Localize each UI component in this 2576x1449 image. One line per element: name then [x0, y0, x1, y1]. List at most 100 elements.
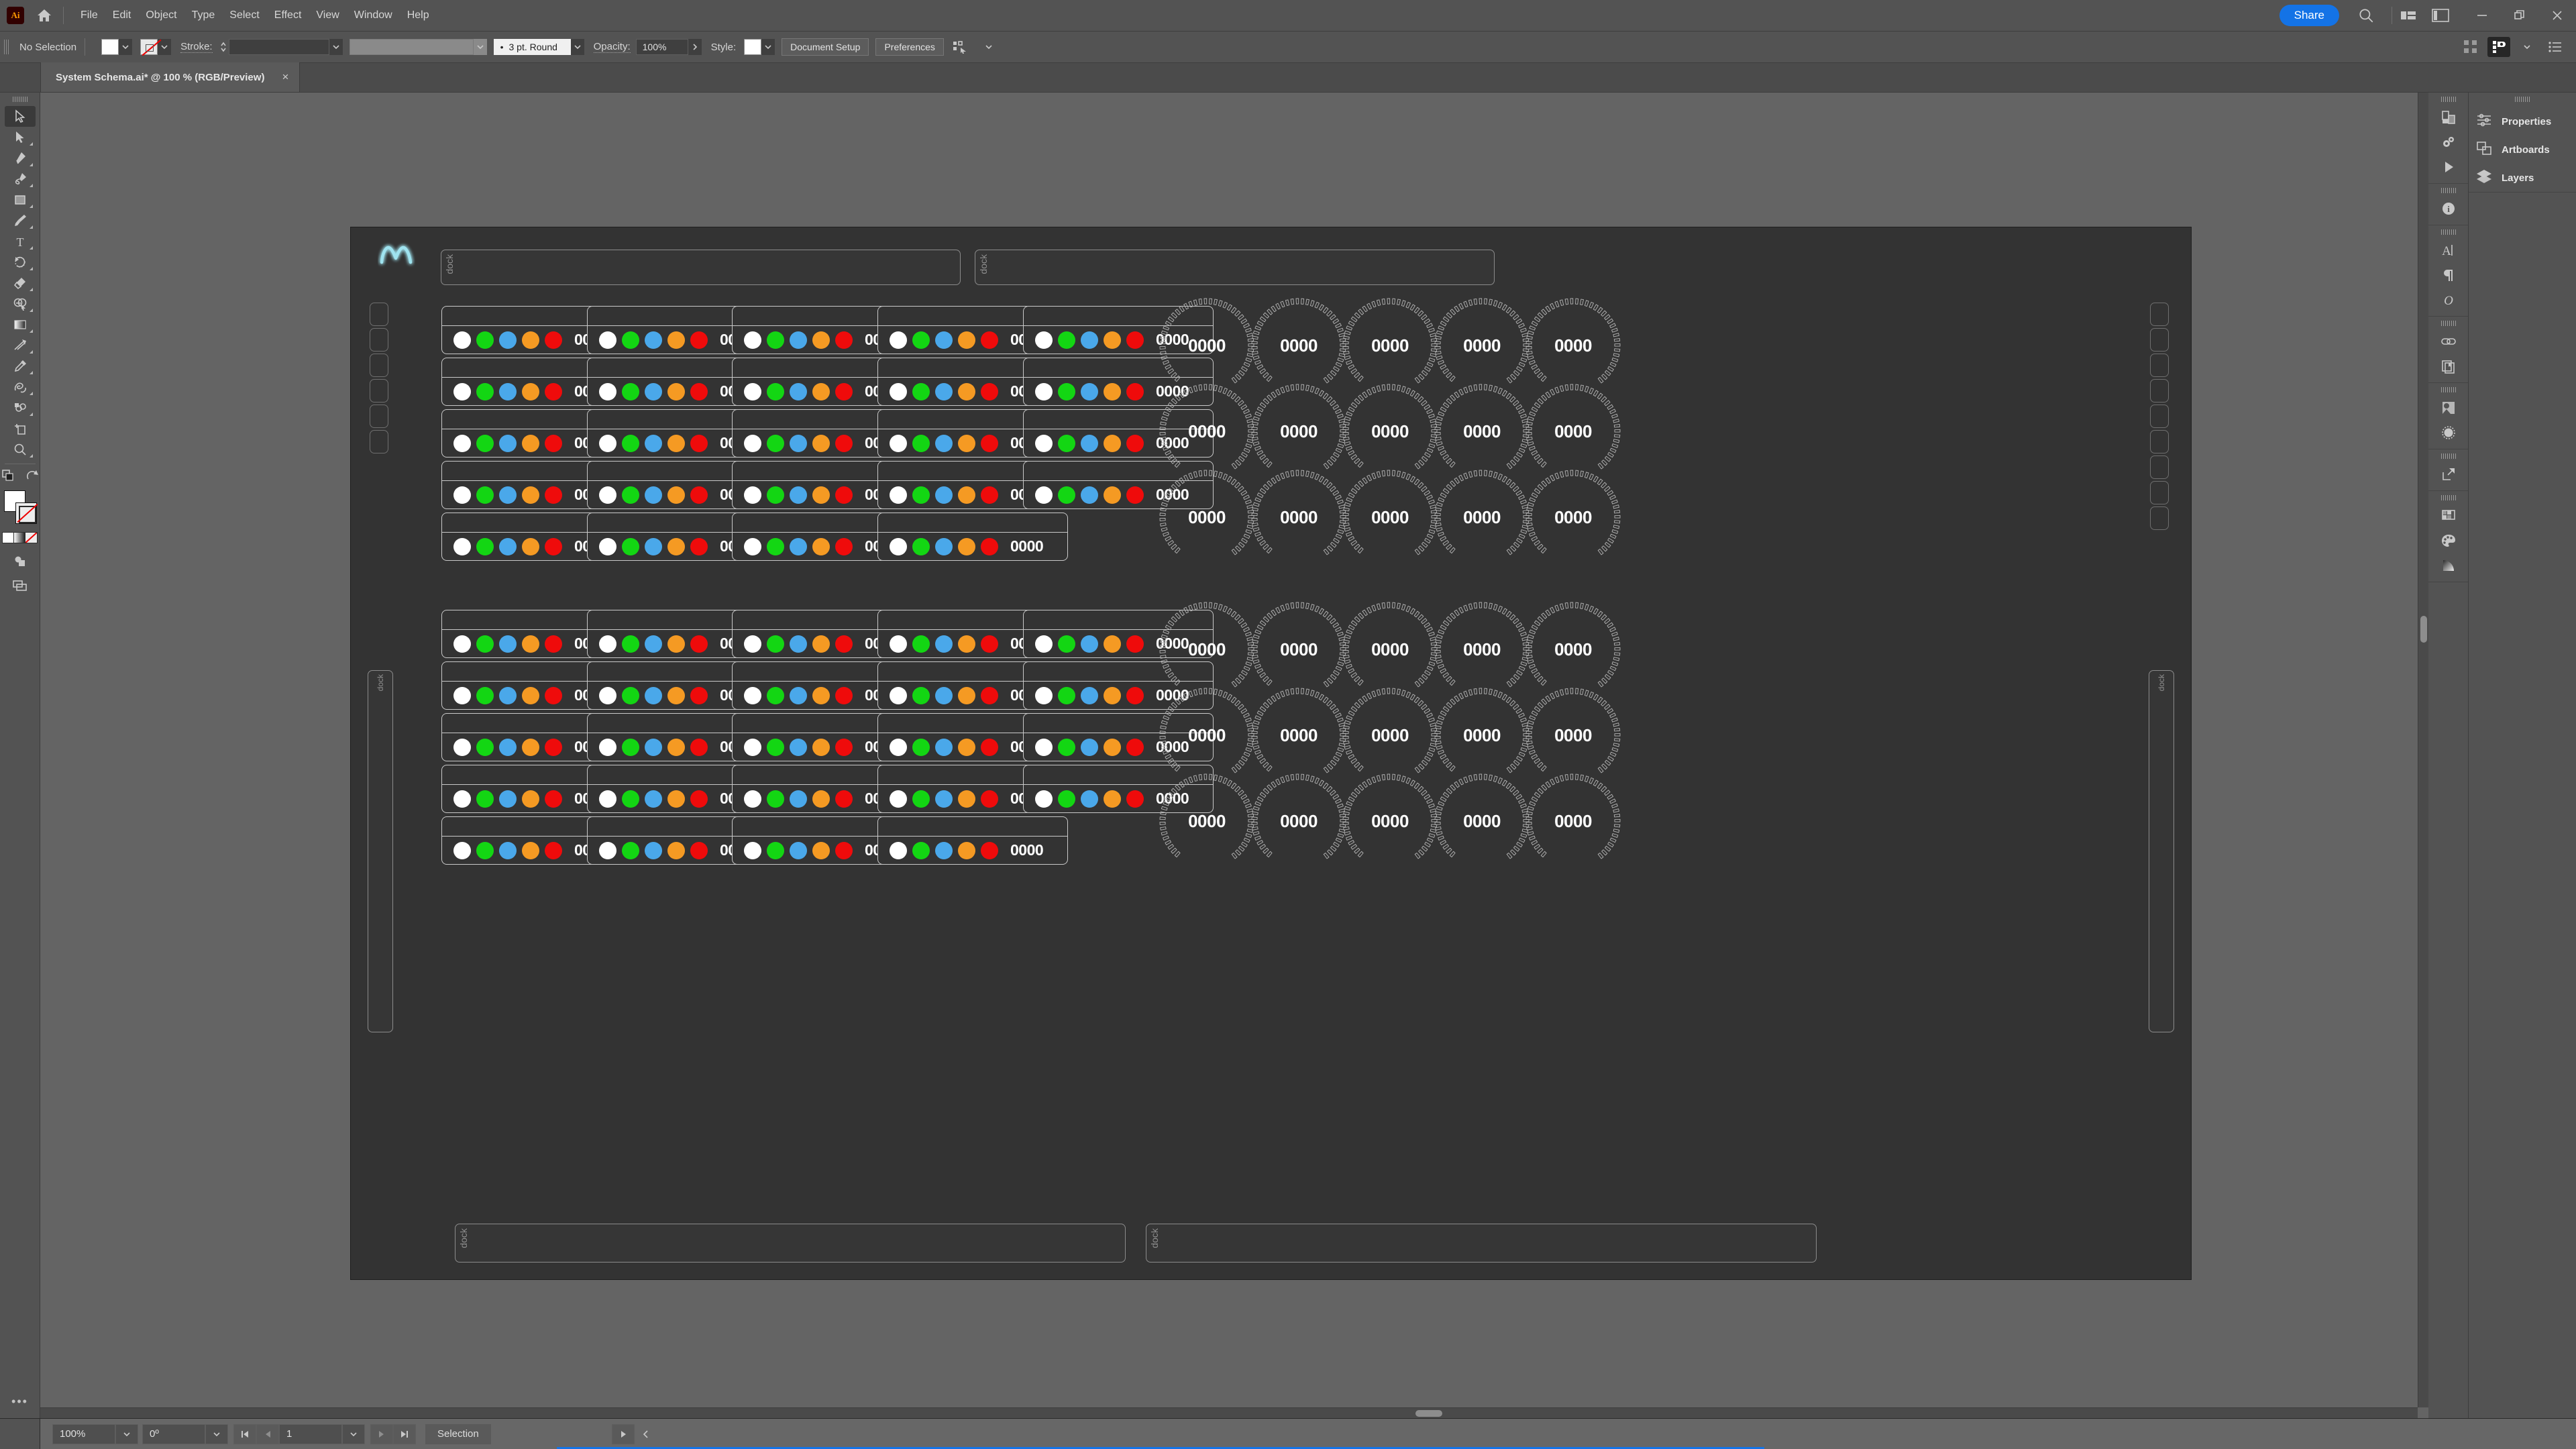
- status-dot-green[interactable]: [622, 331, 639, 349]
- status-dot-white[interactable]: [453, 382, 471, 400]
- artboard-chevron-down-icon[interactable]: [342, 1424, 365, 1444]
- workspace-chevron-down-icon[interactable]: [2516, 37, 2538, 57]
- status-dot-white[interactable]: [599, 382, 616, 400]
- status-dot-red[interactable]: [981, 434, 998, 452]
- status-dot-blue[interactable]: [1081, 635, 1098, 653]
- status-dot-red[interactable]: [545, 635, 562, 653]
- gauge-widget[interactable]: 0000: [1339, 770, 1441, 872]
- rail-grip[interactable]: [2440, 387, 2456, 392]
- status-dot-orange[interactable]: [522, 738, 539, 756]
- status-dot-red[interactable]: [1126, 686, 1144, 704]
- status-dot-green[interactable]: [1058, 486, 1075, 504]
- status-dot-green[interactable]: [767, 486, 784, 504]
- status-dot-green[interactable]: [476, 841, 494, 859]
- status-dot-red[interactable]: [690, 434, 708, 452]
- canvas-vertical-scrollbar[interactable]: [2418, 93, 2428, 1407]
- gauge-widget[interactable]: 0000: [1431, 466, 1533, 568]
- status-dot-white[interactable]: [453, 635, 471, 653]
- menu-edit[interactable]: Edit: [105, 7, 139, 24]
- status-dot-white[interactable]: [890, 434, 907, 452]
- status-dot-blue[interactable]: [1081, 434, 1098, 452]
- status-dot-white[interactable]: [453, 434, 471, 452]
- status-dot-green[interactable]: [1058, 686, 1075, 704]
- zoom-tool[interactable]: [5, 439, 36, 460]
- status-dot-orange[interactable]: [522, 635, 539, 653]
- horizontal-scroll-thumb[interactable]: [1415, 1410, 1442, 1417]
- status-dot-white[interactable]: [453, 486, 471, 504]
- menu-type[interactable]: Type: [184, 7, 223, 24]
- status-dot-green[interactable]: [622, 382, 639, 400]
- status-dot-red[interactable]: [981, 686, 998, 704]
- status-dot-blue[interactable]: [790, 434, 807, 452]
- status-dot-white[interactable]: [453, 331, 471, 349]
- mini-placeholder-right[interactable]: [2150, 455, 2169, 479]
- status-dot-orange[interactable]: [667, 790, 685, 808]
- gauge-widget[interactable]: 0000: [1431, 770, 1533, 872]
- status-dot-green[interactable]: [767, 635, 784, 653]
- status-dot-orange[interactable]: [1104, 790, 1121, 808]
- gauge-widget[interactable]: 0000: [1248, 770, 1350, 872]
- status-dot-white[interactable]: [890, 486, 907, 504]
- status-dot-white[interactable]: [453, 841, 471, 859]
- pages-icon[interactable]: [2434, 354, 2463, 378]
- status-dot-orange[interactable]: [958, 537, 975, 555]
- status-dot-red[interactable]: [835, 382, 853, 400]
- status-dot-orange[interactable]: [522, 331, 539, 349]
- status-dot-green[interactable]: [767, 841, 784, 859]
- status-dot-green[interactable]: [1058, 738, 1075, 756]
- status-dot-green[interactable]: [767, 382, 784, 400]
- default-fill-stroke-icon[interactable]: [25, 468, 40, 486]
- status-dot-blue[interactable]: [790, 635, 807, 653]
- selection-tool[interactable]: [4, 106, 36, 127]
- gauge-widget[interactable]: 0000: [1156, 466, 1258, 568]
- status-dot-orange[interactable]: [522, 790, 539, 808]
- rail-grip[interactable]: [2440, 321, 2456, 326]
- status-dot-white[interactable]: [453, 738, 471, 756]
- status-dot-orange[interactable]: [812, 635, 830, 653]
- gauge-widget[interactable]: 0000: [1156, 770, 1258, 872]
- status-dot-green[interactable]: [1058, 434, 1075, 452]
- artboard-tool[interactable]: [5, 418, 36, 439]
- status-dot-orange[interactable]: [522, 486, 539, 504]
- edit-toolbar-more-icon[interactable]: •••: [11, 1395, 28, 1409]
- status-dot-red[interactable]: [690, 537, 708, 555]
- status-dot-blue[interactable]: [499, 841, 517, 859]
- status-dot-blue[interactable]: [790, 790, 807, 808]
- status-dot-orange[interactable]: [1104, 738, 1121, 756]
- status-dot-green[interactable]: [476, 635, 494, 653]
- status-dot-red[interactable]: [690, 635, 708, 653]
- status-dot-green[interactable]: [622, 486, 639, 504]
- status-dot-red[interactable]: [981, 841, 998, 859]
- status-dot-green[interactable]: [912, 331, 930, 349]
- status-dot-blue[interactable]: [935, 790, 953, 808]
- search-icon[interactable]: [2355, 4, 2377, 27]
- status-dot-blue[interactable]: [645, 790, 662, 808]
- status-dot-white[interactable]: [744, 841, 761, 859]
- menu-view[interactable]: View: [309, 7, 346, 24]
- status-dot-red[interactable]: [981, 486, 998, 504]
- draw-normal-icon[interactable]: [5, 550, 36, 571]
- status-dot-green[interactable]: [912, 790, 930, 808]
- status-dot-blue[interactable]: [499, 790, 517, 808]
- stroke-profile-chevron-down-icon[interactable]: [473, 39, 487, 55]
- last-artboard-icon[interactable]: [393, 1424, 416, 1444]
- status-dot-white[interactable]: [599, 841, 616, 859]
- mini-placeholder-right[interactable]: [2150, 303, 2169, 326]
- status-dot-blue[interactable]: [645, 331, 662, 349]
- status-dot-red[interactable]: [1126, 790, 1144, 808]
- mini-placeholder-left[interactable]: [370, 379, 388, 402]
- status-dot-green[interactable]: [622, 686, 639, 704]
- status-dot-blue[interactable]: [645, 537, 662, 555]
- gauge-widget[interactable]: 0000: [1248, 466, 1350, 568]
- type-tool[interactable]: T: [5, 231, 36, 252]
- status-dot-blue[interactable]: [1081, 486, 1098, 504]
- active-tool-label[interactable]: Selection: [425, 1424, 491, 1444]
- menu-object[interactable]: Object: [138, 7, 184, 24]
- brush-definition-field[interactable]: • 3 pt. Round: [493, 39, 571, 55]
- collapse-left-icon[interactable]: [635, 1424, 657, 1444]
- status-dot-green[interactable]: [1058, 790, 1075, 808]
- status-dot-red[interactable]: [690, 738, 708, 756]
- status-dot-orange[interactable]: [522, 537, 539, 555]
- status-dot-orange[interactable]: [667, 841, 685, 859]
- status-dot-orange[interactable]: [522, 382, 539, 400]
